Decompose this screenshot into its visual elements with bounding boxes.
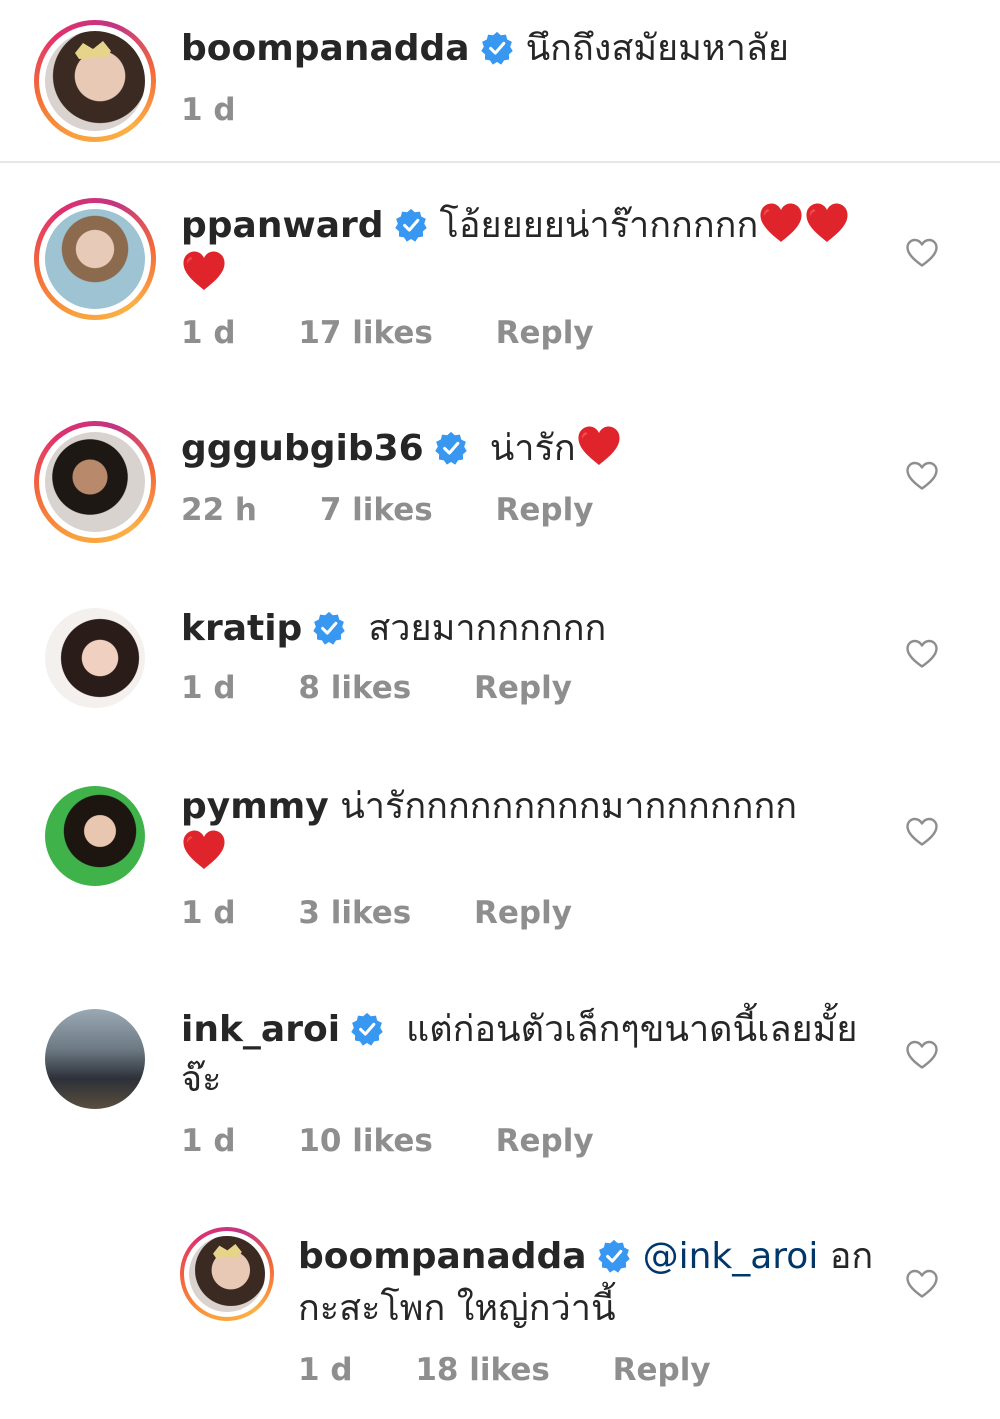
heart-outline-icon[interactable]	[905, 461, 939, 491]
reply-button[interactable]: Reply	[496, 313, 594, 353]
timestamp: 1 d	[181, 670, 236, 706]
verified-badge-icon	[597, 1239, 631, 1273]
likes-count[interactable]: 17 likes	[298, 313, 432, 353]
red-heart-emoji	[758, 202, 804, 244]
comment-body: น่ารักกกกกกกกกมากกกกกกก	[340, 786, 798, 827]
heart-outline-icon[interactable]	[905, 639, 939, 669]
comment-item: ppanward โอ้ยยยยน่าร๊ากกกกก 1 d 17 likes …	[0, 175, 1000, 385]
likes-count[interactable]: 7 likes	[320, 490, 433, 530]
comment-text: pymmy น่ารักกกกกกกกกมากกกกกกก	[181, 780, 797, 834]
verified-badge-icon	[350, 1012, 384, 1046]
avatar[interactable]	[34, 198, 156, 320]
comment-text: ppanward โอ้ยยยยน่าร๊ากกกกก	[181, 199, 850, 253]
comment-text-line2	[181, 247, 227, 301]
timestamp: 22 h	[181, 492, 258, 528]
comment-body: โอ้ยยยยน่าร๊ากกกกก	[439, 205, 759, 246]
comment-body: สวยมากกกกกก	[368, 608, 607, 649]
comment-body: น่ารัก	[489, 428, 576, 469]
comment-text-line2: จ๊ะ	[181, 1053, 221, 1107]
likes-count[interactable]: 8 likes	[298, 668, 411, 708]
comment-body: อก	[818, 1236, 874, 1277]
comment-meta: 1 d 8 likes Reply	[181, 668, 572, 708]
avatar[interactable]	[180, 1227, 274, 1321]
reply-item: boompanadda @ink_aroi อก กะสะโพก ใหญ่กว่า…	[0, 1220, 1000, 1419]
avatar[interactable]	[45, 1009, 145, 1109]
username[interactable]: boompanadda	[181, 28, 470, 69]
verified-badge-icon	[312, 611, 346, 645]
comment-text: kratip สวยมากกกกกก	[181, 602, 606, 656]
timestamp: 1 d	[298, 1352, 353, 1388]
likes-count[interactable]: 3 likes	[298, 893, 411, 933]
comment-text-line2	[181, 826, 227, 880]
verified-badge-icon	[434, 431, 468, 465]
heart-outline-icon[interactable]	[905, 1040, 939, 1070]
comment-item: kratip สวยมากกกกกก 1 d 8 likes Reply	[0, 590, 1000, 740]
reply-button[interactable]: Reply	[495, 490, 593, 530]
caption-body: นึกถึงสมัยมหาลัย	[525, 28, 789, 69]
comment-body-continued: กะสะโพก ใหญ่กว่านี้	[298, 1288, 616, 1329]
comment-text: ink_aroi แต่ก่อนตัวเล็กๆขนาดนี้เลยมั้ย	[181, 1003, 857, 1057]
red-heart-emoji	[804, 202, 850, 244]
comment-body-continued: จ๊ะ	[181, 1059, 222, 1100]
timestamp: 1 d	[181, 92, 236, 128]
comment-item: pymmy น่ารักกกกกกกกกมากกกกกกก 1 d 3 like…	[0, 770, 1000, 960]
comment-text: gggubgib36 น่ารัก	[181, 422, 622, 476]
timestamp: 1 d	[181, 895, 236, 931]
reply-button[interactable]: Reply	[474, 668, 572, 708]
username[interactable]: gggubgib36	[181, 428, 424, 469]
avatar[interactable]	[45, 608, 145, 708]
comment-meta: 22 h 7 likes Reply	[181, 490, 593, 530]
red-heart-emoji	[181, 829, 227, 871]
red-heart-emoji	[576, 425, 622, 467]
comment-meta: 1 d 18 likes Reply	[298, 1350, 711, 1390]
timestamp: 1 d	[181, 1123, 236, 1159]
verified-badge-icon	[394, 208, 428, 242]
comment-meta: 1 d 10 likes Reply	[181, 1121, 594, 1161]
likes-count[interactable]: 18 likes	[415, 1350, 549, 1390]
username[interactable]: pymmy	[181, 786, 329, 827]
mention-link[interactable]: @ink_aroi	[643, 1236, 819, 1277]
comment-text-line2: กะสะโพก ใหญ่กว่านี้	[298, 1282, 616, 1336]
username[interactable]: boompanadda	[298, 1236, 587, 1277]
reply-button[interactable]: Reply	[474, 893, 572, 933]
comment-meta: 1 d 17 likes Reply	[181, 313, 594, 353]
comment-meta: 1 d 3 likes Reply	[181, 893, 572, 933]
comment-text: boompanadda @ink_aroi อก	[298, 1230, 873, 1284]
timestamp: 1 d	[181, 315, 236, 351]
reply-button[interactable]: Reply	[613, 1350, 711, 1390]
red-heart-emoji	[181, 250, 227, 292]
caption-text: boompanadda นึกถึงสมัยมหาลัย	[181, 22, 789, 76]
comment-body: แต่ก่อนตัวเล็กๆขนาดนี้เลยมั้ย	[406, 1009, 858, 1050]
comment-item: gggubgib36 น่ารัก 22 h 7 likes Reply	[0, 405, 1000, 565]
post-caption: boompanadda นึกถึงสมัยมหาลัย 1 d	[0, 0, 1000, 163]
reply-button[interactable]: Reply	[496, 1121, 594, 1161]
avatar[interactable]	[45, 786, 145, 886]
likes-count[interactable]: 10 likes	[298, 1121, 432, 1161]
username[interactable]: kratip	[181, 608, 302, 649]
caption-meta: 1 d	[181, 90, 236, 130]
heart-outline-icon[interactable]	[905, 817, 939, 847]
comment-item: ink_aroi แต่ก่อนตัวเล็กๆขนาดนี้เลยมั้ย จ๊…	[0, 995, 1000, 1185]
username[interactable]: ink_aroi	[181, 1009, 340, 1050]
verified-badge-icon	[480, 31, 514, 65]
username[interactable]: ppanward	[181, 205, 384, 246]
heart-outline-icon[interactable]	[905, 238, 939, 268]
heart-outline-icon[interactable]	[905, 1269, 939, 1299]
avatar[interactable]	[34, 421, 156, 543]
avatar[interactable]	[34, 20, 156, 142]
